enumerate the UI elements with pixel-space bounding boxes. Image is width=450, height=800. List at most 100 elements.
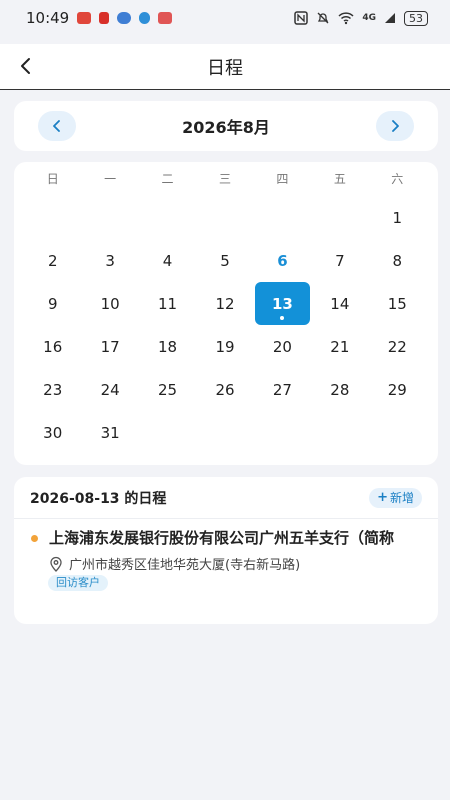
empty-day-cell xyxy=(311,196,368,239)
day-cell[interactable]: 21 xyxy=(311,325,368,368)
notification-icon xyxy=(99,12,110,24)
day-number: 21 xyxy=(330,337,350,356)
day-number: 6 xyxy=(277,251,288,270)
day-cell[interactable]: 16 xyxy=(24,325,81,368)
day-number: 7 xyxy=(335,251,345,270)
plus-icon: + xyxy=(377,490,388,505)
day-cell[interactable]: 13 xyxy=(254,282,311,325)
event-location: 广州市越秀区佳地华苑大厦(寺右新马路) xyxy=(49,554,300,573)
day-cell[interactable]: 19 xyxy=(196,325,253,368)
weekday-label: 一 xyxy=(104,172,117,186)
day-cell[interactable]: 3 xyxy=(81,239,138,282)
day-cell[interactable]: 1 xyxy=(369,196,426,239)
day-cell[interactable]: 6 xyxy=(254,239,311,282)
battery-indicator: 53 xyxy=(404,10,428,26)
day-cell[interactable]: 15 xyxy=(369,282,426,325)
day-cell[interactable]: 30 xyxy=(24,411,81,454)
notification-icon xyxy=(117,12,132,24)
day-number: 22 xyxy=(387,337,407,356)
event-name: 上海浦东发展银行股份有限公司广州五羊支行（简称 xyxy=(49,529,395,547)
calendar-card: 日一二三四五六 1 2 3 4 5 6 7 8 9 10 11 12 13 14 15 16 17 18 19 20 2… xyxy=(14,162,438,465)
empty-day-cell xyxy=(254,196,311,239)
chevron-right-icon xyxy=(392,120,399,132)
day-cell[interactable]: 24 xyxy=(81,368,138,411)
weekday-label: 四 xyxy=(276,172,289,186)
day-cell[interactable]: 22 xyxy=(369,325,426,368)
day-cell[interactable]: 2 xyxy=(24,239,81,282)
month-navigator: 2026年8月 xyxy=(14,101,438,151)
next-month-button[interactable] xyxy=(376,111,414,141)
day-number: 2 xyxy=(47,251,58,270)
day-cell[interactable]: 14 xyxy=(311,282,368,325)
notification-icon xyxy=(139,12,151,24)
day-number: 16 xyxy=(43,337,63,356)
day-cell[interactable]: 18 xyxy=(139,325,196,368)
day-cell[interactable]: 7 xyxy=(311,239,368,282)
day-cell[interactable]: 27 xyxy=(254,368,311,411)
day-number: 26 xyxy=(215,380,235,399)
day-cell[interactable]: 11 xyxy=(139,282,196,325)
day-number: 9 xyxy=(47,294,58,313)
page-title: 日程 xyxy=(207,57,243,79)
day-number: 31 xyxy=(100,423,120,442)
day-number: 11 xyxy=(158,294,178,313)
event-tag: 回访客户 xyxy=(48,575,108,591)
day-number: 1 xyxy=(392,208,403,227)
day-number: 15 xyxy=(387,294,407,313)
day-number: 23 xyxy=(43,380,63,399)
day-cell[interactable]: 10 xyxy=(81,282,138,325)
event-location-text: 广州市越秀区佳地华苑大厦(寺右新马路) xyxy=(69,558,301,573)
day-number: 5 xyxy=(220,251,230,270)
event-item[interactable]: 上海浦东发展银行股份有限公司广州五羊支行（简称 广州市越秀区佳地华苑大厦(寺右新… xyxy=(14,527,438,591)
day-number: 8 xyxy=(392,251,403,270)
day-number: 10 xyxy=(100,294,120,313)
notification-icon xyxy=(158,12,173,24)
network-label: 4G xyxy=(362,13,376,23)
status-bar: 10:49 4G 53 xyxy=(0,0,450,36)
prev-month-button[interactable] xyxy=(38,111,76,141)
weekday-label: 二 xyxy=(161,172,174,186)
day-cell[interactable]: 8 xyxy=(369,239,426,282)
day-cell[interactable]: 4 xyxy=(139,239,196,282)
day-number: 12 xyxy=(215,294,235,313)
add-event-label: 新增 xyxy=(389,491,414,505)
day-cell[interactable]: 20 xyxy=(254,325,311,368)
weekday-label: 六 xyxy=(391,172,404,186)
day-cell[interactable]: 28 xyxy=(311,368,368,411)
day-cell[interactable]: 5 xyxy=(196,239,253,282)
schedule-title: 2026-08-13 的日程 xyxy=(30,490,167,507)
day-cell[interactable]: 12 xyxy=(196,282,253,325)
back-icon[interactable] xyxy=(16,56,36,76)
weekday-header: 日一二三四五六 xyxy=(24,170,426,187)
notification-icon xyxy=(77,12,92,24)
empty-day-cell xyxy=(139,196,196,239)
day-cell[interactable]: 23 xyxy=(24,368,81,411)
day-number: 29 xyxy=(387,380,407,399)
mute-icon xyxy=(317,12,329,24)
event-bullet xyxy=(31,535,38,542)
day-cell[interactable]: 25 xyxy=(139,368,196,411)
app-header: 日程 xyxy=(0,44,450,90)
schedule-card: 2026-08-13 的日程 + 新增 上海浦东发展银行股份有限公司广州五羊支行… xyxy=(14,477,438,624)
day-number: 3 xyxy=(105,251,115,270)
chevron-left-icon xyxy=(53,120,60,132)
day-number: 20 xyxy=(272,337,292,356)
location-pin-icon xyxy=(50,556,62,572)
day-cell[interactable]: 26 xyxy=(196,368,253,411)
day-cell[interactable]: 29 xyxy=(369,368,426,411)
day-cell[interactable]: 9 xyxy=(24,282,81,325)
empty-day-cell xyxy=(81,196,138,239)
day-cell[interactable]: 31 xyxy=(81,411,138,454)
empty-day-cell xyxy=(196,196,253,239)
wifi-icon xyxy=(338,12,354,25)
day-cell[interactable]: 17 xyxy=(81,325,138,368)
status-right: 4G 53 xyxy=(294,10,428,26)
day-number: 30 xyxy=(43,423,63,442)
add-event-button[interactable]: + 新增 xyxy=(369,487,422,508)
day-number: 19 xyxy=(215,337,235,356)
status-time: 10:49 xyxy=(26,9,70,27)
calendar-grid: 1 2 3 4 5 6 7 8 9 10 11 12 13 14 15 16 17 18 19 20 21 22 23 24 2… xyxy=(24,196,426,454)
empty-day-cell xyxy=(24,196,81,239)
day-number: 17 xyxy=(100,337,120,356)
day-number: 25 xyxy=(158,380,178,399)
